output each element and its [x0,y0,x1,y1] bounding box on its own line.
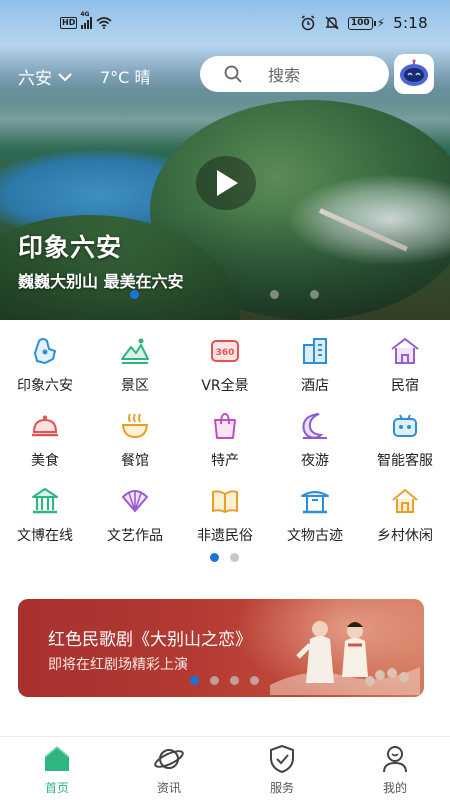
hotel-icon [303,338,327,364]
hd-indicator: HD [60,17,78,29]
hero-shade [0,210,450,320]
mute-icon [325,16,339,30]
pagination-dot-active[interactable] [130,290,139,299]
grid-item[interactable]: 360 VR全景 [180,335,270,395]
alarm-icon [301,15,315,31]
hero-title: 印象六安 [18,233,123,262]
vr-360-icon: 360 [211,340,239,362]
grid-item[interactable]: 乡村休闲 [360,485,450,545]
bottom-tab-bar: 首页 资讯 服务 我的 [0,736,450,800]
status-bar: HD 4G 100 ⚡ 5:18 [0,0,450,44]
grid-item-label: 文物古迹 [287,528,343,544]
grid-item[interactable]: 文物古迹 [270,485,360,545]
banner-subtitle: 即将在红剧场精彩上演 [48,657,188,673]
svg-text:360: 360 [216,348,235,358]
moon-icon [302,413,327,439]
tab-label: 服务 [269,781,294,795]
charging-icon: ⚡ [376,16,386,30]
robot-icon [393,414,417,437]
grid-item[interactable]: 非遗民俗 [180,485,270,545]
grid-item[interactable]: 民宿 [360,335,450,395]
grid-item-label: 乡村休闲 [377,528,433,544]
grid-item-label: 酒店 [301,378,329,394]
grid-item[interactable]: 印象六安 [0,335,90,395]
pagination-dot-active[interactable] [210,553,219,562]
grid-item[interactable]: 酒店 [270,335,360,395]
search-placeholder: 搜索 [268,66,301,85]
tab-label: 首页 [44,781,69,795]
hero-subtitle: 巍巍大别山 最美在六安 [18,272,184,291]
grid-item-label: 夜游 [301,453,329,469]
grid-item[interactable]: 美食 [0,410,90,470]
wifi-icon [96,17,112,29]
grid-item-label: 特产 [211,453,239,469]
banner-title: 红色民歌剧《大别山之恋》 [48,630,252,650]
city-name: 六安 [18,69,52,89]
grid-item[interactable]: 景区 [90,335,180,395]
cloche-icon [32,415,58,437]
fan-icon [122,490,148,512]
user-icon [383,746,407,773]
signal-icon: 4G [80,11,93,29]
chevron-down-icon [58,72,72,81]
homestay-icon [391,338,419,364]
mountain-icon [121,338,149,364]
tab-shield-check[interactable]: 服务 [237,743,327,796]
search-icon [224,65,242,83]
pagination-dot[interactable] [270,290,279,299]
bowl-icon [121,413,149,439]
grid-item[interactable]: 文艺作品 [90,485,180,545]
pagination-dot[interactable] [310,290,319,299]
planet-icon [154,749,184,769]
play-video-button[interactable] [196,156,256,210]
pagination-dot[interactable] [230,676,239,685]
tab-home[interactable]: 首页 [12,743,102,796]
gift-bag-icon [214,412,236,439]
shield-check-icon [270,745,294,773]
battery-icon: 100 [347,16,376,30]
weather-info: 7°C 晴 [100,68,151,87]
grid-item-label: 民宿 [391,378,419,394]
pagination-dot-active[interactable] [190,676,199,685]
assistant-button[interactable] [394,54,434,94]
grid-item[interactable]: 特产 [180,410,270,470]
grid-item[interactable]: 文博在线 [0,485,90,545]
city-selector[interactable]: 六安 [18,64,72,89]
grid-item-label: 非遗民俗 [197,528,253,544]
house-icon [392,489,418,513]
map-icon [34,338,56,364]
home-icon [44,746,70,771]
tab-label: 资讯 [156,781,181,795]
promo-banner[interactable]: 红色民歌剧《大别山之恋》 即将在红剧场精彩上演 [18,599,424,697]
tab-label: 我的 [382,781,407,795]
search-bar[interactable]: 搜索 [200,56,389,92]
grid-item-label: 印象六安 [17,378,73,394]
status-time: 5:18 [393,14,428,32]
grid-item[interactable]: 夜游 [270,410,360,470]
grid-item[interactable]: 智能客服 [360,410,450,470]
pagination-dot[interactable] [250,676,259,685]
pavilion-icon [301,491,329,514]
assistant-robot-icon [400,59,428,86]
tab-planet[interactable]: 资讯 [124,743,214,796]
museum-icon [32,488,58,514]
play-icon [217,170,238,196]
pagination-dot[interactable] [210,676,219,685]
grid-item-label: 餐馆 [121,453,149,469]
grid-item-label: 智能客服 [377,453,433,469]
network-type: 4G [80,11,90,18]
hero-banner[interactable]: HD 4G 100 ⚡ 5:18 六安 7°C 晴 搜索 印象六安 巍巍大别山 … [0,0,450,320]
performers-illustration [270,621,420,695]
pagination-dot[interactable] [230,553,239,562]
grid-item[interactable]: 餐馆 [90,410,180,470]
book-icon [212,490,238,513]
grid-item-label: 美食 [31,453,59,469]
grid-item-label: 景区 [121,378,149,394]
tab-user[interactable]: 我的 [350,743,440,796]
grid-item-label: VR全景 [201,378,249,394]
grid-item-label: 文艺作品 [107,528,163,544]
grid-item-label: 文博在线 [17,528,73,544]
